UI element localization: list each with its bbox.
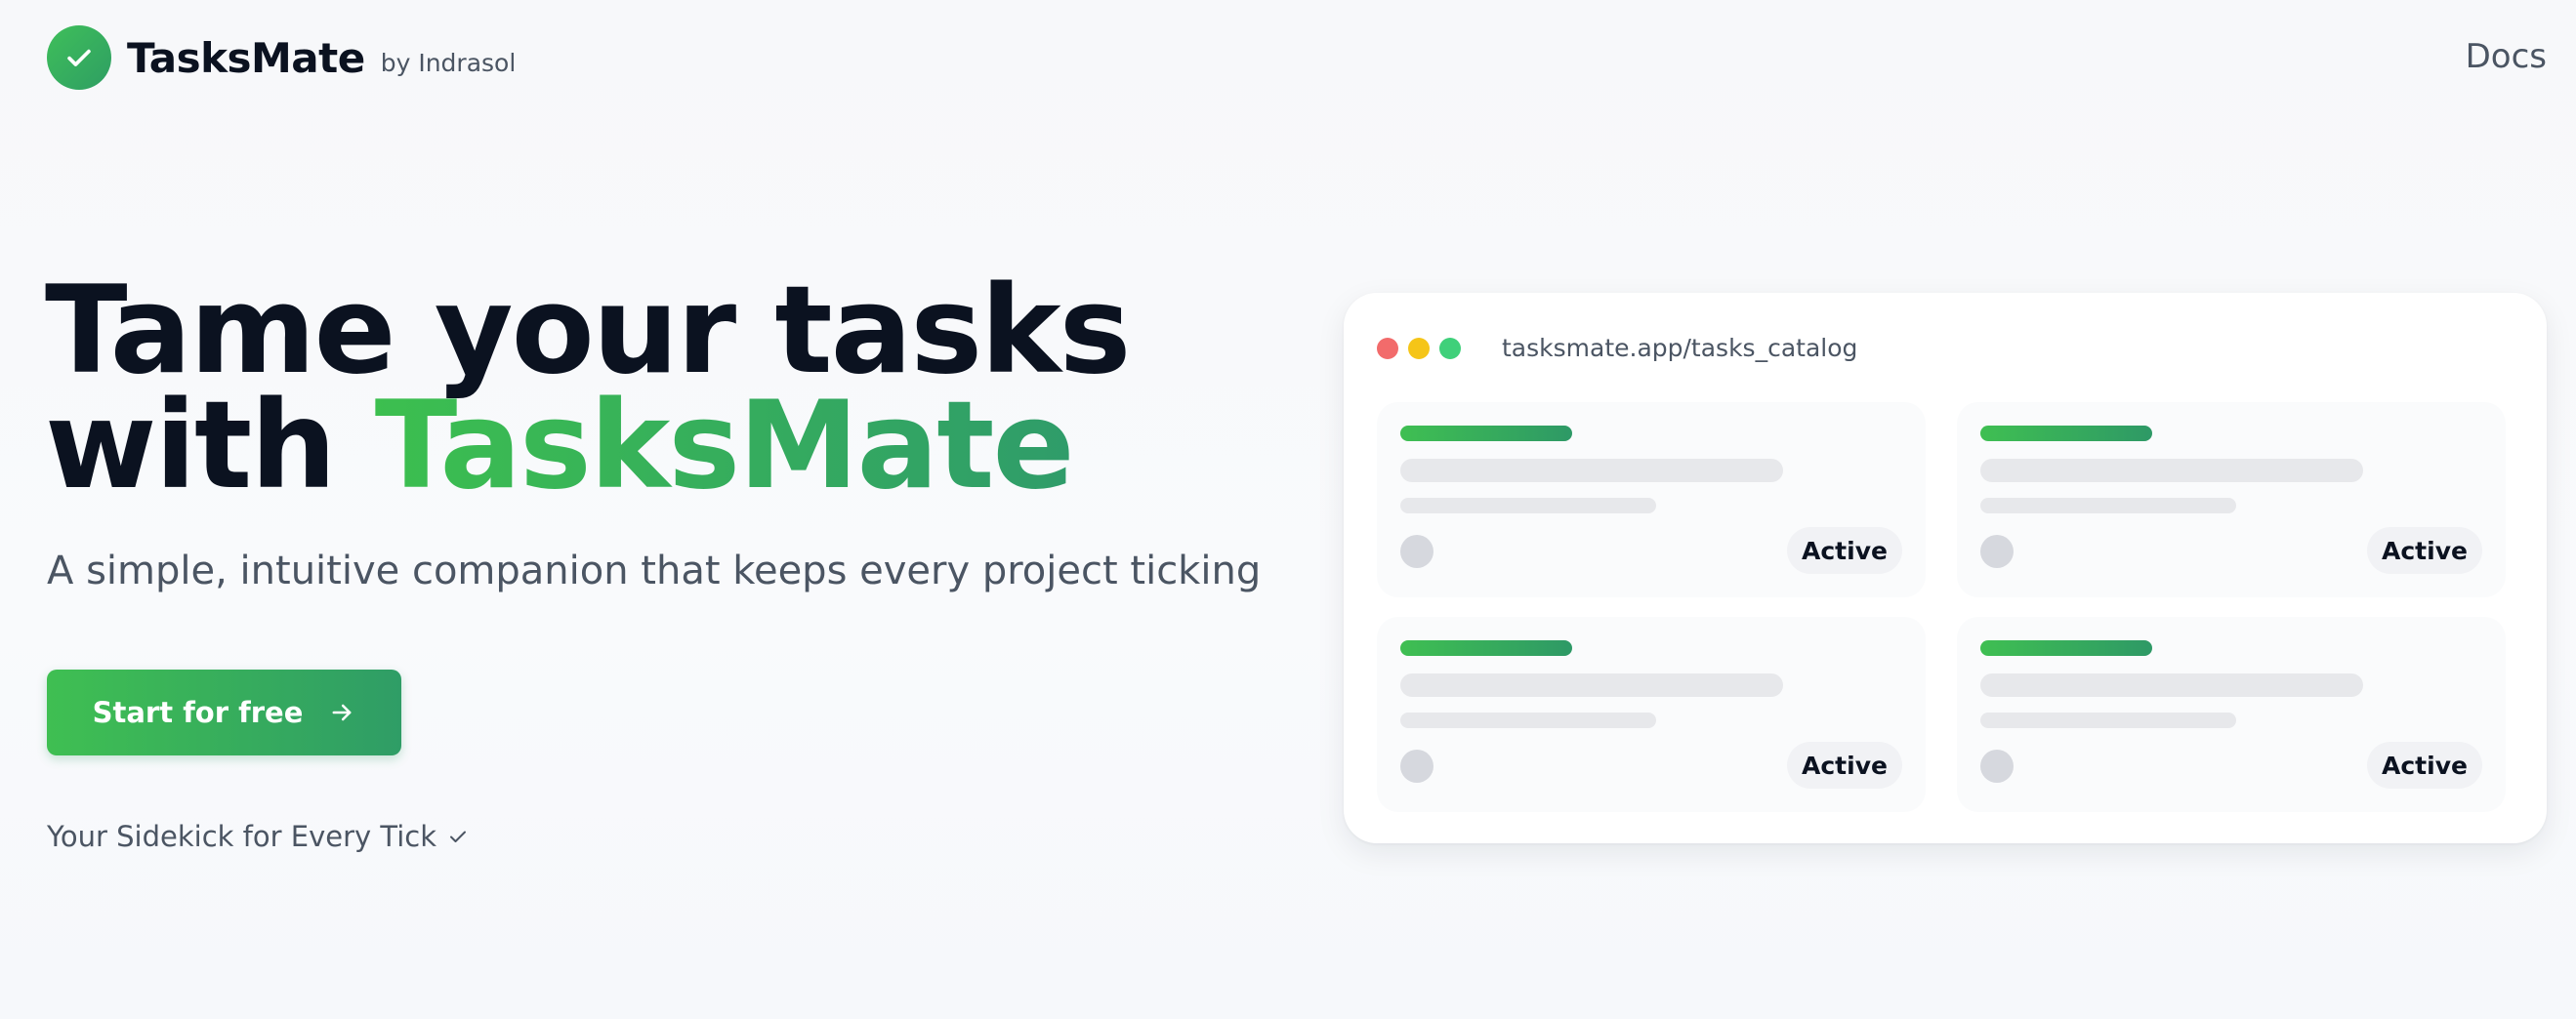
- task-title-placeholder: [1980, 426, 2152, 441]
- avatar: [1400, 535, 1433, 568]
- task-line-placeholder: [1400, 673, 1783, 697]
- status-badge: Active: [2367, 527, 2482, 574]
- status-badge: Active: [1787, 527, 1902, 574]
- task-title-placeholder: [1400, 426, 1572, 441]
- hero-subtitle: A simple, intuitive companion that keeps…: [47, 549, 1262, 593]
- hero-title-prefix: with: [45, 376, 375, 516]
- task-card: Active: [1377, 617, 1926, 812]
- logo: [47, 25, 111, 90]
- avatar: [1400, 750, 1433, 783]
- task-line-placeholder: [1400, 713, 1656, 728]
- tagline-text: Your Sidekick for Every Tick: [47, 820, 436, 853]
- cta-label: Start for free: [92, 696, 304, 729]
- tagline: Your Sidekick for Every Tick: [47, 820, 470, 853]
- window-controls: [1377, 338, 1461, 359]
- docs-link[interactable]: Docs: [2466, 37, 2547, 76]
- brand-byline: by Indrasol: [380, 48, 517, 77]
- check-icon: [67, 49, 91, 66]
- app-preview-window: tasksmate.app/tasks_catalog Active Activ…: [1344, 293, 2547, 843]
- task-line-placeholder: [1980, 459, 2363, 482]
- avatar: [1980, 750, 2014, 783]
- landing-page: TasksMate by Indrasol Docs Tame your tas…: [0, 0, 2576, 1019]
- avatar: [1980, 535, 2014, 568]
- task-title-placeholder: [1980, 640, 2152, 656]
- window-dot-yellow: [1408, 338, 1430, 359]
- header-brand[interactable]: TasksMate by Indrasol: [47, 25, 516, 90]
- brand-name: TasksMate: [127, 33, 365, 82]
- task-line-placeholder: [1400, 459, 1783, 482]
- check-icon: [450, 831, 466, 842]
- window-dot-green: [1439, 338, 1461, 359]
- task-title-placeholder: [1400, 640, 1572, 656]
- arrow-right-icon: [332, 704, 352, 721]
- task-line-placeholder: [1400, 498, 1656, 513]
- status-badge: Active: [1787, 742, 1902, 789]
- task-card: Active: [1377, 402, 1926, 597]
- task-line-placeholder: [1980, 673, 2363, 697]
- hero-title-accent: TasksMate: [374, 376, 1075, 516]
- task-card: Active: [1957, 617, 2506, 812]
- window-dot-red: [1377, 338, 1398, 359]
- start-for-free-button[interactable]: Start for free: [47, 670, 401, 755]
- preview-url: tasksmate.app/tasks_catalog: [1502, 334, 1858, 362]
- status-badge: Active: [2367, 742, 2482, 789]
- hero-title: Tame your tasks with TasksMate: [45, 270, 1131, 507]
- task-line-placeholder: [1980, 498, 2236, 513]
- task-card: Active: [1957, 402, 2506, 597]
- task-line-placeholder: [1980, 713, 2236, 728]
